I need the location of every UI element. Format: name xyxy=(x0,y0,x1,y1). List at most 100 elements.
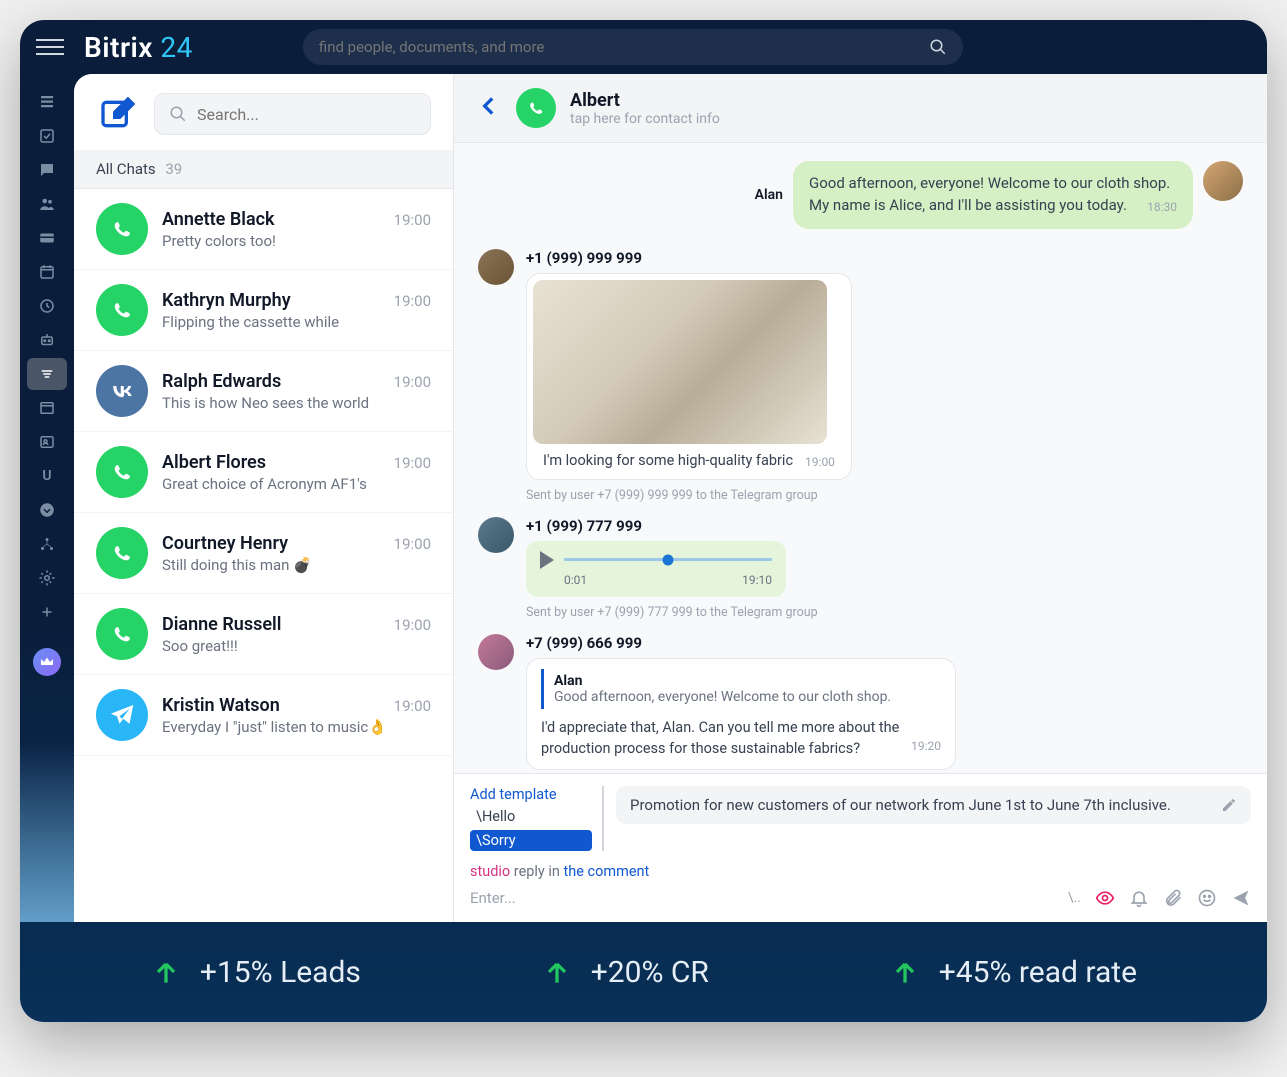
audio-thumb[interactable] xyxy=(663,554,674,565)
compose-area: Add template \Hello \Sorry Promotion for… xyxy=(454,773,1267,922)
chat-item-preview: Flipping the cassette while xyxy=(162,313,431,331)
search-icon xyxy=(929,38,947,56)
msg3-time: 19:20 xyxy=(911,738,941,755)
rail-feed-icon[interactable] xyxy=(27,86,67,118)
rail-robot-icon[interactable] xyxy=(27,324,67,356)
whatsapp-icon xyxy=(96,527,148,579)
chat-list-tab[interactable]: All Chats 39 xyxy=(74,150,453,189)
eye-icon[interactable] xyxy=(1095,888,1115,908)
chat-item-preview: Everyday I "just" listen to music👌 xyxy=(162,718,431,736)
chat-item-name: Ralph Edwards xyxy=(162,371,281,392)
rail-contact-icon[interactable] xyxy=(27,426,67,458)
hint-b: reply in xyxy=(510,863,563,880)
stat-read-text: +45% read rate xyxy=(939,955,1137,990)
chat-item-name: Kathryn Murphy xyxy=(162,290,291,311)
audio-bubble: 0:01 19:10 xyxy=(526,541,786,597)
rail-chevron-down-icon[interactable] xyxy=(27,494,67,526)
content: All Chats 39 Annette Black19:00Pretty co… xyxy=(74,74,1267,922)
global-search-input[interactable] xyxy=(319,38,929,56)
whatsapp-icon xyxy=(96,608,148,660)
chat-subtitle: tap here for contact info xyxy=(570,111,720,127)
compose-row: \.. xyxy=(454,882,1267,922)
compose-icon[interactable] xyxy=(96,92,140,136)
rail-tasks-icon[interactable] xyxy=(27,120,67,152)
rail-sitemap-icon[interactable] xyxy=(27,528,67,560)
stats-bar: +15% Leads +20% CR +45% read rate xyxy=(20,922,1267,1022)
chat-tab-count: 39 xyxy=(165,160,182,178)
play-icon[interactable] xyxy=(540,551,554,569)
rail-gear-icon[interactable] xyxy=(27,562,67,594)
global-search[interactable] xyxy=(303,29,963,65)
audio-start: 0:01 xyxy=(564,573,587,587)
template-sorry[interactable]: \Sorry xyxy=(470,830,592,851)
out-avatar xyxy=(1203,161,1243,201)
menu-icon[interactable] xyxy=(36,33,64,61)
chat-item-preview: Soo great!!! xyxy=(162,637,431,655)
whatsapp-icon xyxy=(96,446,148,498)
rail-plus-icon[interactable] xyxy=(27,596,67,628)
chat-list-item[interactable]: Kathryn Murphy 19:00 Flipping the cassette… xyxy=(74,270,453,351)
chat-list-item[interactable]: Ralph Edwards 19:00 This is how Neo sees t… xyxy=(74,351,453,432)
chat-search[interactable] xyxy=(154,93,431,135)
template-preview-text: Promotion for new customers of our netwo… xyxy=(630,796,1171,814)
chat-body: Alan Good afternoon, everyone! Welcome t… xyxy=(454,143,1267,773)
rail-card-icon[interactable] xyxy=(27,222,67,254)
back-icon[interactable] xyxy=(476,93,502,123)
chat-list-header xyxy=(74,74,453,150)
rail-crown-icon[interactable] xyxy=(33,648,61,676)
rail-clock-icon[interactable] xyxy=(27,290,67,322)
chat-item-name: Albert Flores xyxy=(162,452,266,473)
message-out: Alan Good afternoon, everyone! Welcome t… xyxy=(478,161,1243,229)
arrow-up-icon xyxy=(889,956,921,988)
search-icon xyxy=(169,105,187,123)
chat-title-block[interactable]: Albert tap here for contact info xyxy=(570,90,720,127)
out-sender: Alan xyxy=(755,187,783,203)
message-in-2: +1 (999) 777 999 0:01 19:10 xyxy=(478,517,1243,597)
chat-item-preview: Pretty colors too! xyxy=(162,232,431,250)
stat-cr-text: +20% CR xyxy=(591,955,709,990)
chat-list-item[interactable]: Albert Flores19:00Great choice of Acrony… xyxy=(74,432,453,513)
vk-icon xyxy=(96,365,148,417)
quote: Alan Good afternoon, everyone! Welcome t… xyxy=(541,669,941,709)
slash-icon[interactable]: \.. xyxy=(1068,890,1081,906)
compose-input[interactable] xyxy=(470,889,1056,907)
chat-item-name: Courtney Henry xyxy=(162,533,288,554)
chat-list-item[interactable]: Annette Black19:00Pretty colors too! xyxy=(74,189,453,270)
chat-list-item[interactable]: Kristin Watson19:00Everyday I "just" lis… xyxy=(74,675,453,756)
audio-track[interactable] xyxy=(564,558,772,561)
chat-item-time: 19:00 xyxy=(394,535,431,553)
bell-icon[interactable] xyxy=(1129,888,1149,908)
rail-u-icon[interactable]: U xyxy=(27,460,67,492)
chat-list-item[interactable]: Courtney Henry19:00Still doing this man … xyxy=(74,513,453,594)
pencil-icon[interactable] xyxy=(1221,797,1237,813)
chat-item-time: 19:00 xyxy=(394,373,431,391)
rail-window-icon[interactable] xyxy=(27,392,67,424)
msg3-body: I'd appreciate that, Alan. Can you tell … xyxy=(541,719,899,757)
chat-pane: Albert tap here for contact info Alan Go… xyxy=(454,74,1267,922)
chat-item-preview: This is how Neo sees the world xyxy=(162,394,431,412)
rail-calendar-icon[interactable] xyxy=(27,256,67,288)
rail-chat-icon[interactable] xyxy=(27,154,67,186)
fabric-image[interactable] xyxy=(533,280,827,444)
smile-icon[interactable] xyxy=(1197,888,1217,908)
out-time: 18:30 xyxy=(1147,199,1177,216)
rail-people-icon[interactable] xyxy=(27,188,67,220)
add-template-link[interactable]: Add template xyxy=(470,786,592,803)
logo-num: 24 xyxy=(160,31,192,64)
hint-c[interactable]: the comment xyxy=(564,863,650,880)
audio-end: 19:10 xyxy=(742,573,772,587)
rail-filter-icon[interactable] xyxy=(27,358,67,390)
chat-list: All Chats 39 Annette Black19:00Pretty co… xyxy=(74,74,454,922)
msg1-meta: Sent by user +7 (999) 999 999 to the Tel… xyxy=(526,488,1243,503)
chat-item-name: Kristin Watson xyxy=(162,695,280,716)
template-list: Add template \Hello \Sorry xyxy=(470,786,604,851)
chat-list-item[interactable]: Dianne Russell19:00Soo great!!! xyxy=(74,594,453,675)
chat-item-time: 19:00 xyxy=(394,616,431,634)
app-window: Bitrix 24 U xyxy=(20,20,1267,1022)
chat-search-input[interactable] xyxy=(197,105,416,124)
paperclip-icon[interactable] xyxy=(1163,888,1183,908)
chat-item-time: 19:00 xyxy=(394,292,431,310)
send-icon[interactable] xyxy=(1231,888,1251,908)
msg2-meta: Sent by user +7 (999) 777 999 to the Tel… xyxy=(526,605,1243,620)
template-hello[interactable]: \Hello xyxy=(470,806,592,827)
